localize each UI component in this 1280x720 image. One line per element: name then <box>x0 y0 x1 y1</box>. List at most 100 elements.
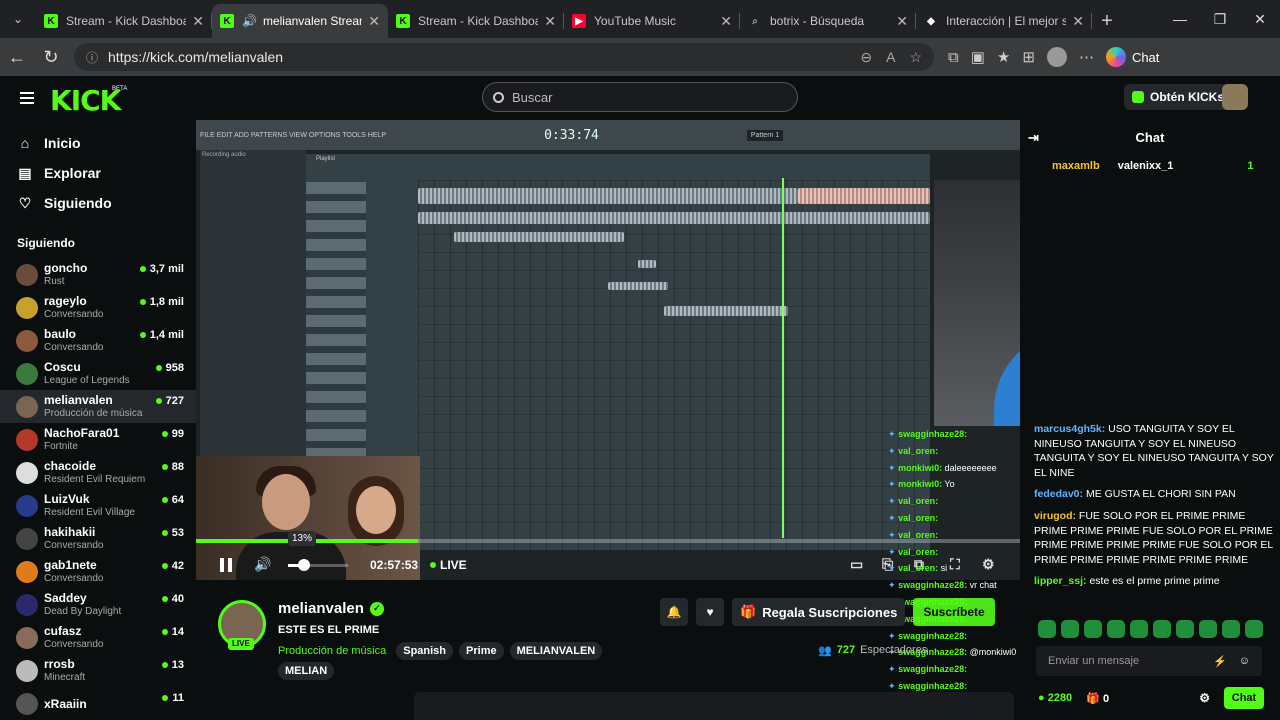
close-tab-icon[interactable]: ✕ <box>720 13 732 30</box>
subscribe-button[interactable]: Suscríbete <box>913 598 995 626</box>
emoji-icon[interactable]: ☺ <box>1239 655 1250 668</box>
copilot-chat-button[interactable]: Chat <box>1105 47 1159 67</box>
volume-knob[interactable] <box>298 559 310 571</box>
fl-playhead <box>782 178 784 538</box>
gift-subs-button[interactable]: 🎁 Regala Suscripciones <box>732 598 906 626</box>
profile-avatar[interactable] <box>1046 47 1067 67</box>
viewer-count-value: 64 <box>171 494 184 506</box>
chat-username[interactable]: virugod: <box>1034 510 1076 522</box>
maximize-icon[interactable]: ❐ <box>1200 0 1240 38</box>
emote-icon[interactable] <box>1199 620 1217 638</box>
tab-list-chevron-icon[interactable]: ⌄ <box>0 0 36 38</box>
chat-username[interactable]: fededav0: <box>1034 488 1083 500</box>
close-tab-icon[interactable]: ✕ <box>896 13 908 30</box>
sidebar-nav-home[interactable]: ⌂ Inicio <box>0 128 196 158</box>
kick-logo[interactable]: KICK <box>50 84 121 117</box>
get-kicks-button[interactable]: Obtén KICKs <box>1124 84 1233 110</box>
menu-icon[interactable] <box>20 92 34 104</box>
followed-channel[interactable]: rageylo Conversando 1,8 mil <box>0 291 196 324</box>
gift-count[interactable]: 🎁 0 <box>1086 692 1109 705</box>
followed-channel[interactable]: rrosb Minecraft 13 <box>0 654 196 687</box>
url-field[interactable]: ⓘ https://kick.com/melianvalen ⊖ A ☆ <box>74 43 934 71</box>
sidebar-nav-following[interactable]: ♡ Siguiendo <box>0 188 196 218</box>
close-tab-icon[interactable]: ✕ <box>1072 13 1084 30</box>
overlay-chat-line: ✦ monkiwi0: Yo <box>888 476 1034 493</box>
browser-tab[interactable]: K 🔊 melianvalen Stream ✕ <box>212 4 388 38</box>
more-menu-icon[interactable]: ⋯ <box>1079 48 1094 66</box>
send-chat-button[interactable]: Chat <box>1224 687 1264 709</box>
emote-icon[interactable] <box>1038 620 1056 638</box>
close-tab-icon[interactable]: ✕ <box>192 13 204 30</box>
browser-tab[interactable]: K Stream - Kick Dashboard ✕ <box>388 4 564 38</box>
followed-channel[interactable]: melianvalen Producción de música 727 <box>0 390 196 423</box>
chat-username[interactable]: lipper_ssj: <box>1034 575 1087 587</box>
tag[interactable]: Prime <box>459 642 504 660</box>
favorite-star-icon[interactable]: ☆ <box>909 49 922 66</box>
chat-username[interactable]: marcus4gh5k: <box>1034 423 1105 435</box>
favorites-icon[interactable]: ★ <box>997 48 1010 66</box>
close-tab-icon[interactable]: ✕ <box>368 13 380 30</box>
volume-icon[interactable]: 🔊 <box>254 556 271 573</box>
pause-icon[interactable] <box>220 558 232 572</box>
followed-channel[interactable]: Coscu League of Legends 958 <box>0 357 196 390</box>
theater-mode-icon[interactable]: ▭ <box>850 556 863 573</box>
new-tab-button[interactable]: + <box>1092 4 1122 38</box>
back-icon[interactable]: ← <box>0 40 34 74</box>
emote-icon[interactable] <box>1245 620 1263 638</box>
followed-channel[interactable]: cufasz Conversando 14 <box>0 621 196 654</box>
minimize-icon[interactable]: — <box>1160 0 1200 38</box>
user-avatar[interactable] <box>1222 84 1248 110</box>
audio-clip <box>798 188 930 204</box>
cam-person <box>356 486 396 534</box>
followed-channel[interactable]: goncho Rust 3,7 mil <box>0 258 196 291</box>
follow-heart-icon[interactable]: ♥ <box>696 598 724 626</box>
channel-avatar <box>16 560 38 583</box>
category-link[interactable]: Producción de música <box>278 645 386 657</box>
collections-icon[interactable]: ⊞ <box>1022 48 1035 66</box>
notifications-bell-icon[interactable]: 🔔 <box>660 598 688 626</box>
emote-icon[interactable] <box>1130 620 1148 638</box>
followed-channel[interactable]: xRaaiin 11 <box>0 687 196 720</box>
chat-leaderboard[interactable]: maxamlb valenixx_1 1 <box>1052 160 1253 172</box>
live-indicator[interactable]: LIVE <box>430 558 467 572</box>
browser-tab[interactable]: ⌕ botrix - Búsqueda ✕ <box>740 4 916 38</box>
site-info-icon[interactable]: ⓘ <box>86 49 98 66</box>
emote-icon[interactable] <box>1222 620 1240 638</box>
close-window-icon[interactable]: ✕ <box>1240 0 1280 38</box>
emote-icon[interactable] <box>1153 620 1171 638</box>
tag[interactable]: Spanish <box>396 642 454 660</box>
sidebar-nav-explore[interactable]: ▤ Explorar <box>0 158 196 188</box>
read-aloud-icon[interactable]: A <box>886 49 895 66</box>
followed-channel[interactable]: Saddey Dead By Daylight 40 <box>0 588 196 621</box>
chat-settings-icon[interactable]: ⚙ <box>1199 691 1210 705</box>
reload-icon[interactable]: ↻ <box>34 40 68 74</box>
emote-icon[interactable] <box>1107 620 1125 638</box>
followed-channel[interactable]: LuizVuk Resident Evil Village 64 <box>0 489 196 522</box>
channel-points[interactable]: ● 2280 <box>1038 692 1072 704</box>
collapse-chat-icon[interactable]: ⇥ <box>1028 130 1039 146</box>
youtube-music-icon: ▶ <box>572 14 586 28</box>
extensions-icon[interactable]: ⧉ <box>948 49 959 66</box>
close-tab-icon[interactable]: ✕ <box>544 13 556 30</box>
tag[interactable]: MELIANVALEN <box>509 642 603 660</box>
chat-input[interactable]: Enviar un mensaje ⚡ ☺ <box>1036 646 1262 676</box>
followed-channel[interactable]: chacoide Resident Evil Requiem 88 <box>0 456 196 489</box>
emote-icon[interactable] <box>1176 620 1194 638</box>
channel-category: Conversando <box>44 540 104 551</box>
browser-tab[interactable]: ◆ Interacción | El mejor so ✕ <box>916 4 1092 38</box>
emote-icon[interactable] <box>1061 620 1079 638</box>
zoom-icon[interactable]: ⊖ <box>860 49 872 66</box>
audio-playing-icon[interactable]: 🔊 <box>242 14 257 28</box>
command-icon[interactable]: ⚡ <box>1213 655 1227 668</box>
emote-icon[interactable] <box>1084 620 1102 638</box>
streamer-name[interactable]: melianvalen <box>278 600 364 617</box>
search-input[interactable]: Buscar <box>482 82 798 112</box>
browser-tab[interactable]: ▶ YouTube Music ✕ <box>564 4 740 38</box>
followed-channel[interactable]: hakihakii Conversando 53 <box>0 522 196 555</box>
followed-channel[interactable]: gab1nete Conversando 42 <box>0 555 196 588</box>
tag[interactable]: MELIAN <box>278 662 335 680</box>
split-screen-icon[interactable]: ▣ <box>971 48 985 66</box>
followed-channel[interactable]: baulo Conversando 1,4 mil <box>0 324 196 357</box>
followed-channel[interactable]: NachoFara01 Fortnite 99 <box>0 423 196 456</box>
browser-tab[interactable]: K Stream - Kick Dashboard ✕ <box>36 4 212 38</box>
